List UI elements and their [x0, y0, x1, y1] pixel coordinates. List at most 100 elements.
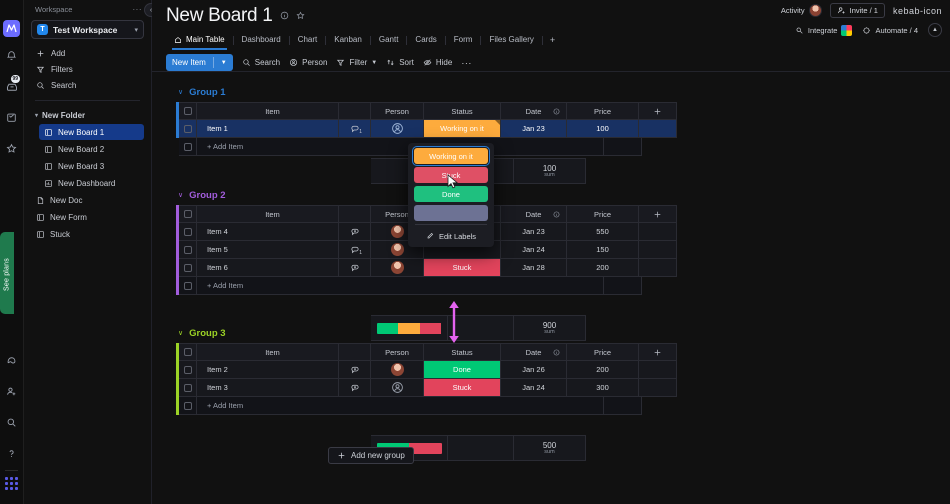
- workspace-selector[interactable]: T Test Workspace ▾: [31, 20, 144, 39]
- sidebar-item-add[interactable]: Add: [31, 45, 144, 61]
- sidebar-item-new-board-1[interactable]: New Board 1: [39, 124, 144, 140]
- add-view-button[interactable]: +: [543, 35, 562, 45]
- column-header-price[interactable]: Price: [567, 102, 639, 120]
- new-item-button[interactable]: New Item ▼: [166, 54, 233, 71]
- column-header-price[interactable]: Price: [567, 343, 639, 361]
- search-button[interactable]: Search: [242, 58, 280, 67]
- chevron-down-icon[interactable]: ∨: [178, 191, 183, 199]
- tab-gantt[interactable]: Gantt: [371, 31, 407, 49]
- row-checkbox[interactable]: [179, 223, 197, 241]
- row-checkbox[interactable]: [179, 120, 197, 138]
- select-all-checkbox[interactable]: [179, 343, 197, 361]
- tab-files-gallery[interactable]: Files Gallery: [481, 31, 541, 49]
- cell-item[interactable]: Item 3: [197, 379, 339, 397]
- person-filter-button[interactable]: Person: [289, 58, 327, 67]
- info-icon[interactable]: [553, 108, 560, 115]
- column-header-date[interactable]: Date: [501, 343, 567, 361]
- cell-status[interactable]: Working on it: [424, 120, 501, 138]
- sidebar-item-new-doc[interactable]: New Doc: [31, 192, 144, 208]
- cell-price[interactable]: 100: [567, 120, 639, 138]
- add-column-button[interactable]: [639, 343, 677, 361]
- search-icon[interactable]: [0, 409, 24, 435]
- cell-chat[interactable]: [339, 361, 371, 379]
- inbox-icon[interactable]: 99: [0, 73, 24, 99]
- cell-date[interactable]: Jan 24: [501, 379, 567, 397]
- cell-chat[interactable]: [339, 379, 371, 397]
- cell-price[interactable]: 300: [567, 379, 639, 397]
- cell-item[interactable]: Item 2: [197, 361, 339, 379]
- cell-status[interactable]: Stuck: [424, 259, 501, 277]
- tab-dashboard[interactable]: Dashboard: [234, 31, 289, 49]
- cell-price[interactable]: 200: [567, 259, 639, 277]
- apps-grid-icon[interactable]: [5, 477, 18, 490]
- group-3-header[interactable]: ∨ Group 3: [152, 323, 950, 343]
- column-header-item[interactable]: Item: [197, 205, 339, 223]
- select-all-checkbox[interactable]: [179, 102, 197, 120]
- cell-date[interactable]: Jan 28: [501, 259, 567, 277]
- info-icon[interactable]: [553, 349, 560, 356]
- cell-date[interactable]: Jan 26: [501, 361, 567, 379]
- cell-chat[interactable]: [339, 223, 371, 241]
- tab-kanban[interactable]: Kanban: [326, 31, 370, 49]
- cell-chat[interactable]: [339, 259, 371, 277]
- sidebar-item-new-board-2[interactable]: New Board 2: [39, 141, 144, 157]
- sidebar-item-new-board-3[interactable]: New Board 3: [39, 158, 144, 174]
- activity-button[interactable]: Activity: [781, 4, 822, 17]
- see-plans-tab[interactable]: See plans: [0, 232, 14, 314]
- cell-price[interactable]: 200: [567, 361, 639, 379]
- sort-button[interactable]: Sort: [386, 58, 414, 67]
- column-header-person[interactable]: Person: [371, 343, 424, 361]
- group-1-header[interactable]: ∨ Group 1: [152, 82, 950, 102]
- info-icon[interactable]: [280, 7, 289, 25]
- chevron-down-icon[interactable]: ∨: [178, 88, 183, 96]
- table-row[interactable]: Item 3 Stuck Jan 24 300: [176, 379, 677, 397]
- monday-logo-icon[interactable]: [3, 20, 20, 37]
- cell-item[interactable]: Item 1: [197, 120, 339, 138]
- doodle-icon[interactable]: [0, 347, 24, 373]
- cell-person[interactable]: [371, 120, 424, 138]
- workspace-menu-icon[interactable]: ···: [133, 5, 143, 14]
- avatar[interactable]: [808, 4, 822, 17]
- toolbar-more-icon[interactable]: ···: [461, 58, 472, 68]
- column-header-price[interactable]: Price: [567, 205, 639, 223]
- row-checkbox[interactable]: [179, 259, 197, 277]
- sidebar-item-stuck[interactable]: Stuck: [31, 226, 144, 242]
- invite-member-icon[interactable]: [0, 378, 24, 404]
- favorites-icon[interactable]: [0, 135, 24, 161]
- status-option-empty[interactable]: [414, 205, 488, 221]
- my-work-icon[interactable]: [0, 104, 24, 130]
- cell-person[interactable]: [371, 259, 424, 277]
- sidebar-item-filters[interactable]: Filters: [31, 61, 144, 77]
- column-header-date[interactable]: Date: [501, 205, 567, 223]
- column-header-date[interactable]: Date: [501, 102, 567, 120]
- sidebar-folder-new-folder[interactable]: ▾ New Folder: [31, 108, 144, 123]
- chevron-down-icon[interactable]: ▼: [371, 60, 377, 66]
- kebab-icon[interactable]: kebab-icon: [893, 6, 942, 16]
- cell-date[interactable]: Jan 24: [501, 241, 567, 259]
- cell-price[interactable]: 150: [567, 241, 639, 259]
- edit-labels-button[interactable]: Edit Labels: [414, 229, 488, 243]
- sidebar-item-search[interactable]: Search: [31, 77, 144, 93]
- row-checkbox[interactable]: [179, 379, 197, 397]
- invite-button[interactable]: Invite / 1: [829, 3, 885, 18]
- chevron-down-icon[interactable]: ▾: [35, 112, 38, 119]
- sidebar-item-new-dashboard[interactable]: New Dashboard: [39, 175, 144, 191]
- add-item-label[interactable]: + Add Item: [197, 138, 604, 156]
- cell-person[interactable]: [371, 361, 424, 379]
- info-icon[interactable]: [553, 211, 560, 218]
- chevron-down-icon[interactable]: ∨: [178, 329, 183, 337]
- column-header-status[interactable]: Status: [424, 102, 501, 120]
- star-icon[interactable]: [296, 7, 305, 25]
- add-item-row-group-2[interactable]: + Add Item: [176, 277, 677, 295]
- cell-person[interactable]: [371, 379, 424, 397]
- row-checkbox[interactable]: [179, 361, 197, 379]
- table-row[interactable]: Item 6 Stuck Jan 28 200: [176, 259, 677, 277]
- tab-form[interactable]: Form: [446, 31, 481, 49]
- cell-item[interactable]: Item 4: [197, 223, 339, 241]
- add-column-button[interactable]: [639, 205, 677, 223]
- chevron-down-icon[interactable]: ▾: [134, 26, 138, 34]
- row-checkbox[interactable]: [179, 241, 197, 259]
- column-header-status[interactable]: Status: [424, 343, 501, 361]
- add-item-label[interactable]: + Add Item: [197, 397, 604, 415]
- cell-item[interactable]: Item 6: [197, 259, 339, 277]
